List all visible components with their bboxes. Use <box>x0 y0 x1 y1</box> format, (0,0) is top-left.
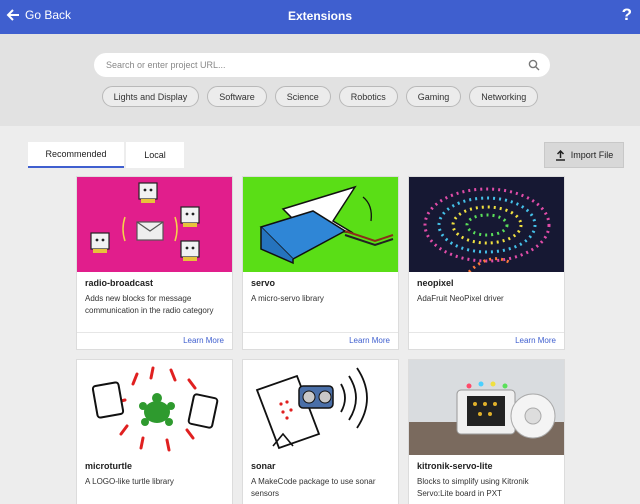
learn-more-link[interactable]: Learn More <box>183 336 224 345</box>
microturtle-thumbnail <box>77 360 232 455</box>
category-science[interactable]: Science <box>274 86 331 107</box>
extension-card-kitronik-servo-lite[interactable]: kitronik-servo-lite Blocks to simplify u… <box>408 359 565 504</box>
extension-card-servo[interactable]: servo A micro-servo library Learn More <box>242 176 399 350</box>
help-button[interactable]: ? <box>622 5 632 25</box>
import-file-label: Import File <box>570 150 614 160</box>
extension-description: A LOGO-like turtle library <box>85 477 174 486</box>
card-divider <box>77 332 232 333</box>
servo-thumbnail <box>243 177 398 272</box>
extension-description: AdaFruit NeoPixel driver <box>417 294 504 303</box>
extension-name: neopixel <box>417 278 454 288</box>
page-title: Extensions <box>287 9 353 23</box>
go-back-label: Go Back <box>25 8 72 22</box>
arrow-left-icon <box>6 9 19 21</box>
tab-local[interactable]: Local <box>126 142 184 168</box>
neopixel-thumbnail <box>409 177 564 272</box>
extension-description: Blocks to simplify using Kitronik Servo:… <box>417 477 529 498</box>
go-back-button[interactable]: Go Back <box>6 8 71 22</box>
extension-description: A MakeCode package to use sonar sensors <box>251 477 376 498</box>
category-filters: Lights and Display Software Science Robo… <box>0 86 640 107</box>
search-box <box>94 53 550 77</box>
extension-card-sonar[interactable]: sonar A MakeCode package to use sonar se… <box>242 359 399 504</box>
extension-description: A micro-servo library <box>251 294 324 303</box>
extension-card-neopixel[interactable]: neopixel AdaFruit NeoPixel driver Learn … <box>408 176 565 350</box>
import-file-button[interactable]: Import File <box>544 142 624 168</box>
category-networking[interactable]: Networking <box>469 86 539 107</box>
radio-broadcast-thumbnail <box>77 177 232 272</box>
sonar-thumbnail <box>243 360 398 455</box>
extension-card-radio-broadcast[interactable]: radio-broadcast Adds new blocks for mess… <box>76 176 233 350</box>
learn-more-link[interactable]: Learn More <box>349 336 390 345</box>
extension-name: kitronik-servo-lite <box>417 461 493 471</box>
search-area: Lights and Display Software Science Robo… <box>0 34 640 126</box>
extension-name: sonar <box>251 461 276 471</box>
category-robotics[interactable]: Robotics <box>338 86 398 107</box>
extension-name: servo <box>251 278 276 288</box>
extension-name: radio-broadcast <box>85 278 154 288</box>
tab-recommended[interactable]: Recommended <box>28 142 124 168</box>
card-divider <box>243 332 398 333</box>
extension-card-microturtle[interactable]: microturtle A LOGO-like turtle library <box>76 359 233 504</box>
card-divider <box>409 332 564 333</box>
category-lights-and-display[interactable]: Lights and Display <box>101 86 200 107</box>
learn-more-link[interactable]: Learn More <box>515 336 556 345</box>
extension-name: microturtle <box>85 461 133 471</box>
upload-icon <box>555 149 565 161</box>
category-software[interactable]: Software <box>207 86 267 107</box>
search-icon[interactable] <box>528 59 540 71</box>
top-bar: Go Back Extensions ? <box>0 0 640 34</box>
extension-description: Adds new blocks for message communicatio… <box>85 294 214 315</box>
category-gaming[interactable]: Gaming <box>405 86 462 107</box>
tab-bar: Recommended Local <box>28 142 184 168</box>
kitronik-servo-lite-thumbnail <box>409 360 564 455</box>
search-input[interactable] <box>106 57 516 73</box>
